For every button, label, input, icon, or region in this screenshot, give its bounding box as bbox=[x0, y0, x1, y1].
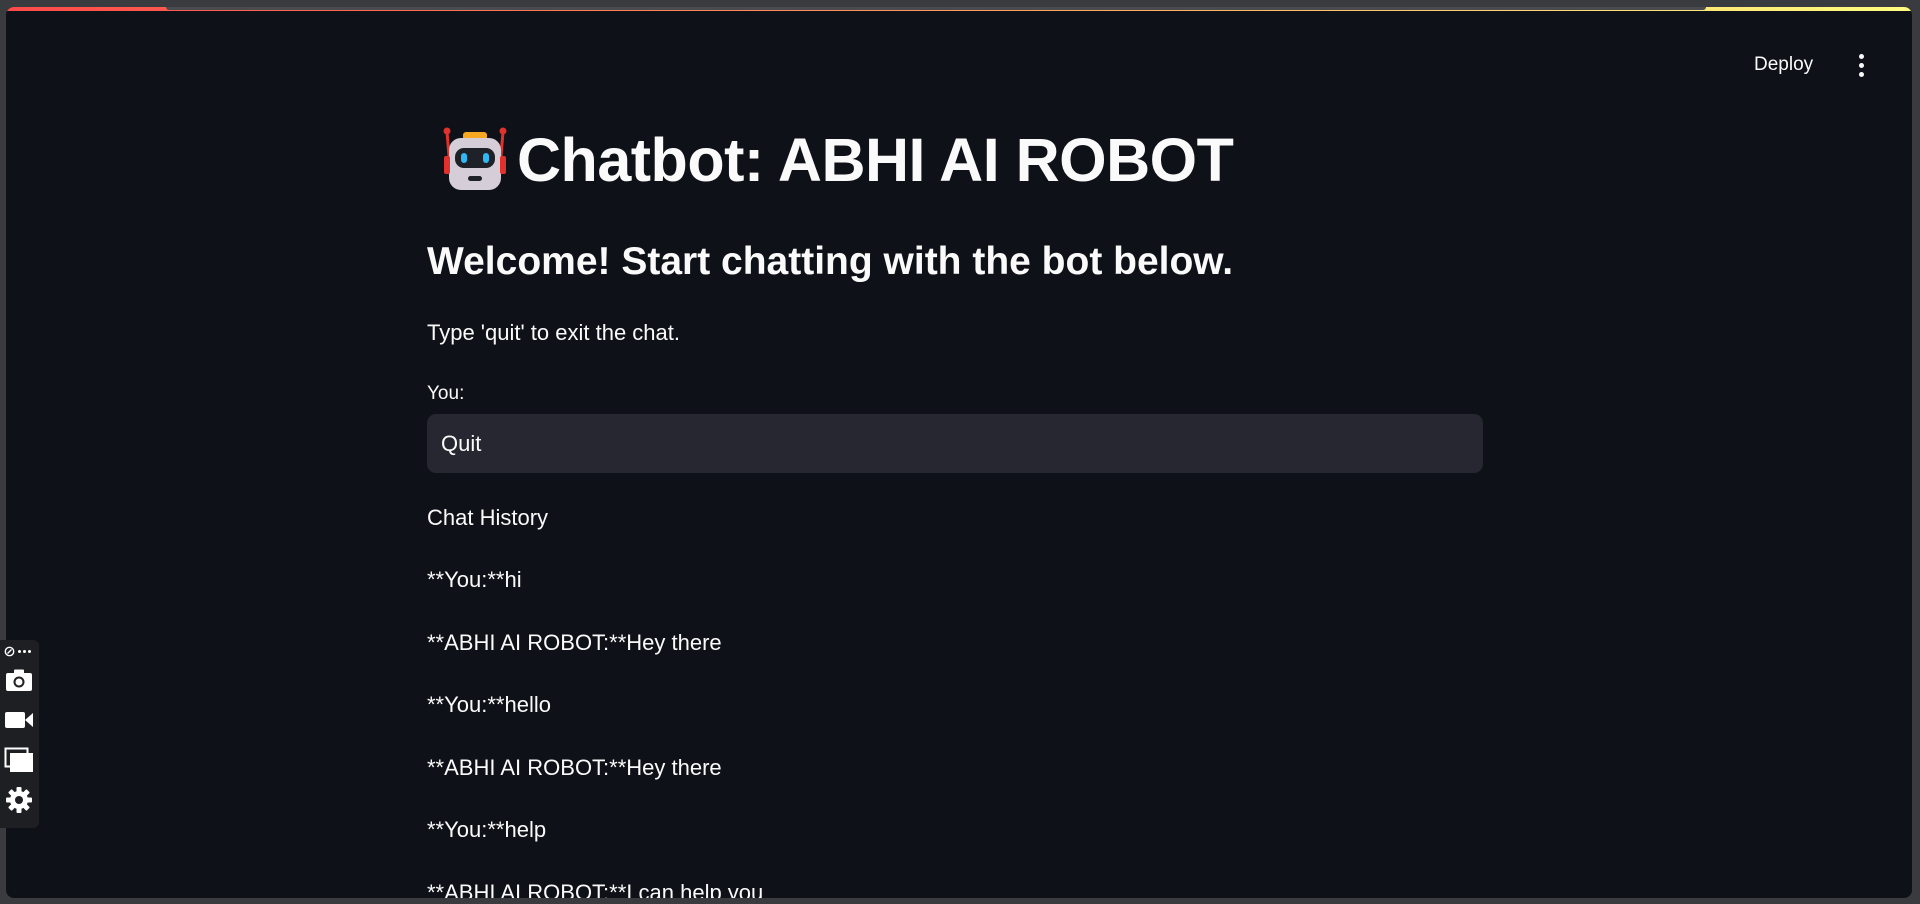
page-title: Chatbot: ABHI AI ROBOT bbox=[517, 126, 1234, 194]
video-button[interactable] bbox=[3, 704, 35, 736]
camera-button[interactable] bbox=[3, 664, 35, 696]
gear-icon bbox=[6, 787, 32, 813]
instructions-text: Type 'quit' to exit the chat. bbox=[427, 320, 680, 345]
chat-message: **ABHI AI ROBOT:**I can help you bbox=[427, 879, 764, 899]
deploy-button[interactable]: Deploy bbox=[1744, 45, 1823, 85]
chat-history-list: **You:**hi **ABHI AI ROBOT:**Hey there *… bbox=[427, 567, 763, 898]
recording-toolbar bbox=[0, 640, 39, 828]
chat-message: **You:**help bbox=[427, 817, 547, 842]
chat-input[interactable] bbox=[427, 414, 1483, 473]
chat-message: **ABHI AI ROBOT:**Hey there bbox=[427, 754, 722, 780]
window-capture-button[interactable] bbox=[3, 744, 35, 776]
chat-message: **ABHI AI ROBOT:**Hey there bbox=[427, 629, 722, 655]
welcome-subheader: Welcome! Start chatting with the bot bel… bbox=[427, 240, 1234, 283]
camera-icon bbox=[6, 669, 32, 691]
screen-share-indicator bbox=[166, 7, 1706, 10]
chat-message: **You:**hi bbox=[427, 567, 522, 592]
chat-input-label: You: bbox=[427, 383, 465, 404]
window-icon bbox=[4, 747, 33, 772]
app-window: Deploy Chatbot: ABHI AI ROBOT Welcome! S… bbox=[6, 7, 1912, 898]
link-icon bbox=[4, 646, 15, 656]
chat-message: **You:**hello bbox=[427, 692, 551, 717]
more-icon bbox=[18, 649, 31, 653]
robot-icon bbox=[443, 127, 507, 190]
video-icon bbox=[5, 712, 33, 728]
title-row: Chatbot: ABHI AI ROBOT bbox=[441, 125, 1234, 195]
toolbar-handle[interactable] bbox=[4, 644, 31, 658]
settings-button[interactable] bbox=[3, 784, 35, 816]
chat-history-title: Chat History bbox=[427, 505, 549, 530]
main-menu-icon[interactable] bbox=[1846, 49, 1876, 81]
